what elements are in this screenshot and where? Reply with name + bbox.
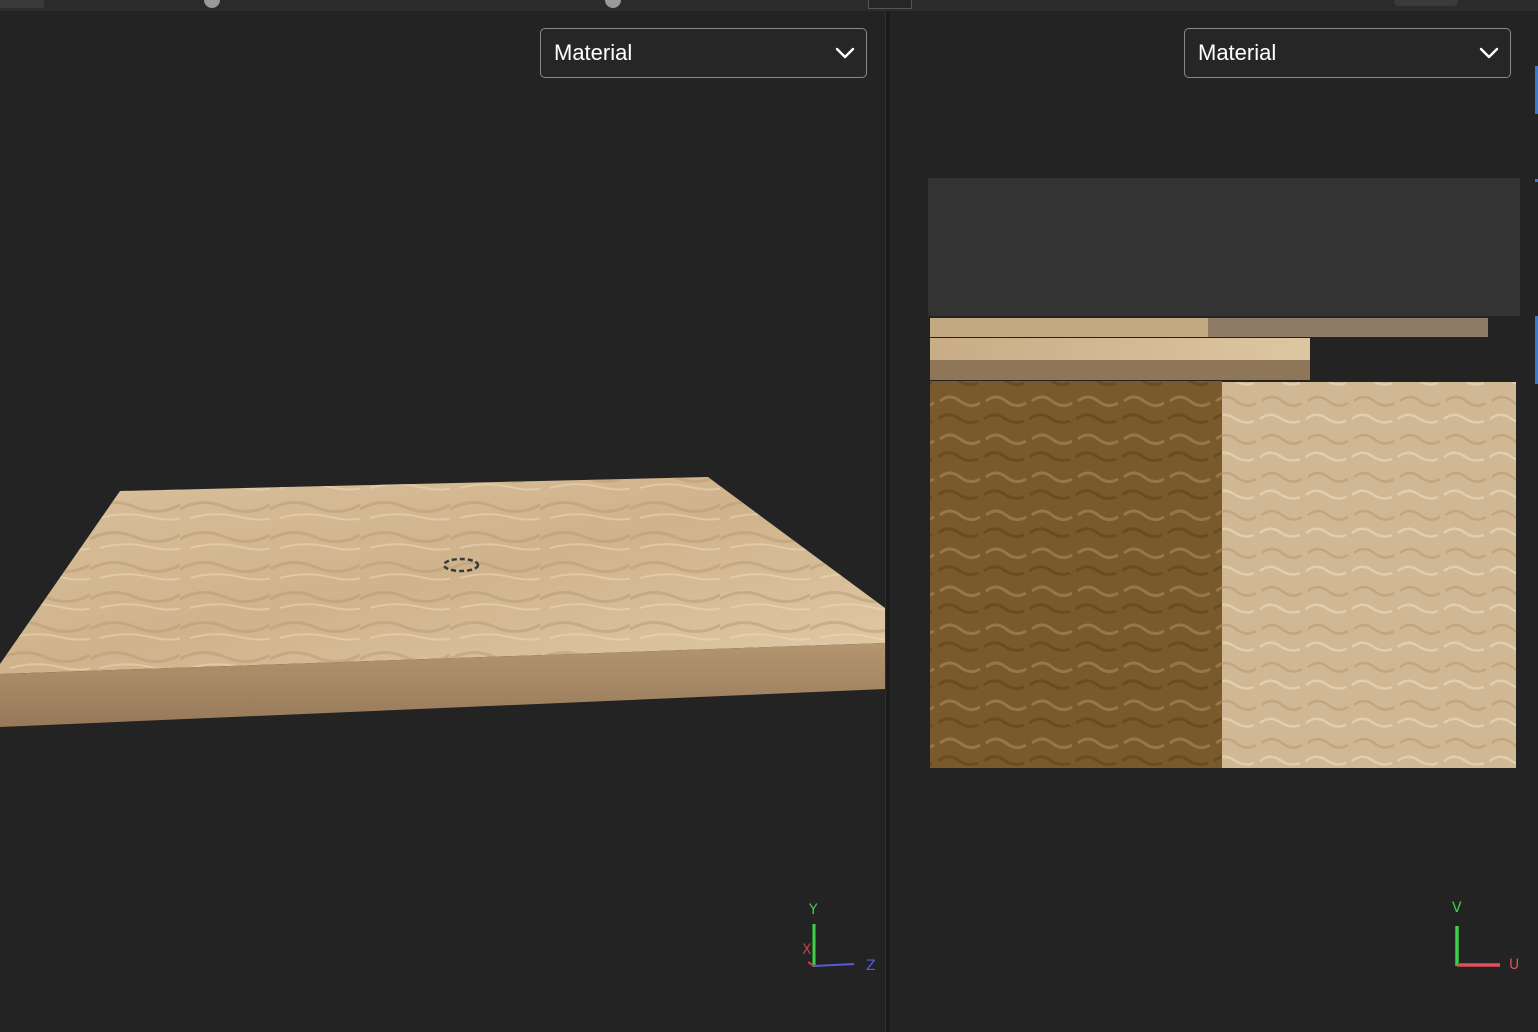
- toolbar-pill-button[interactable]: [1394, 0, 1458, 6]
- app-window: Material Y Z X Material V U: [0, 0, 1538, 1032]
- viewport-3d[interactable]: Material Y Z X: [0, 11, 885, 1032]
- axis-gizmo-uv: V U: [1445, 900, 1535, 976]
- uv-island-strip-top-grey[interactable]: [1208, 318, 1488, 337]
- z-axis-line: [813, 963, 855, 967]
- axis-label-x: X: [802, 942, 812, 958]
- uv-island-strip-low[interactable]: [930, 360, 1310, 380]
- chevron-down-icon: [835, 47, 855, 59]
- display-mode-dropdown[interactable]: Material: [540, 28, 867, 78]
- axis-label-z: Z: [866, 958, 876, 974]
- uv-island-bottom-face[interactable]: [930, 381, 1222, 768]
- axis-label-v: V: [1452, 900, 1462, 916]
- axis-label-u: U: [1509, 957, 1520, 973]
- uv-island-strip-top[interactable]: [930, 318, 1208, 337]
- uv-tile-background: [928, 178, 1520, 316]
- toolbar-tab[interactable]: [0, 0, 44, 8]
- display-mode-value: Material: [554, 40, 633, 65]
- uv-island-top-face[interactable]: [1222, 382, 1516, 768]
- sand-slab-render[interactable]: [0, 11, 885, 1032]
- toolbar-radio-icon[interactable]: [204, 0, 220, 8]
- uv-island-strip-mid[interactable]: [930, 338, 1310, 360]
- toolbar-toggle-button[interactable]: [868, 0, 912, 9]
- axis-label-y: Y: [809, 902, 818, 918]
- sand-ripple-texture: [0, 477, 885, 674]
- toolbar-radio-icon[interactable]: [605, 0, 621, 8]
- uv-editor[interactable]: Material V U: [890, 11, 1538, 1032]
- axis-gizmo-3d: Y Z X: [796, 902, 882, 976]
- uv-layout[interactable]: [890, 11, 1538, 1032]
